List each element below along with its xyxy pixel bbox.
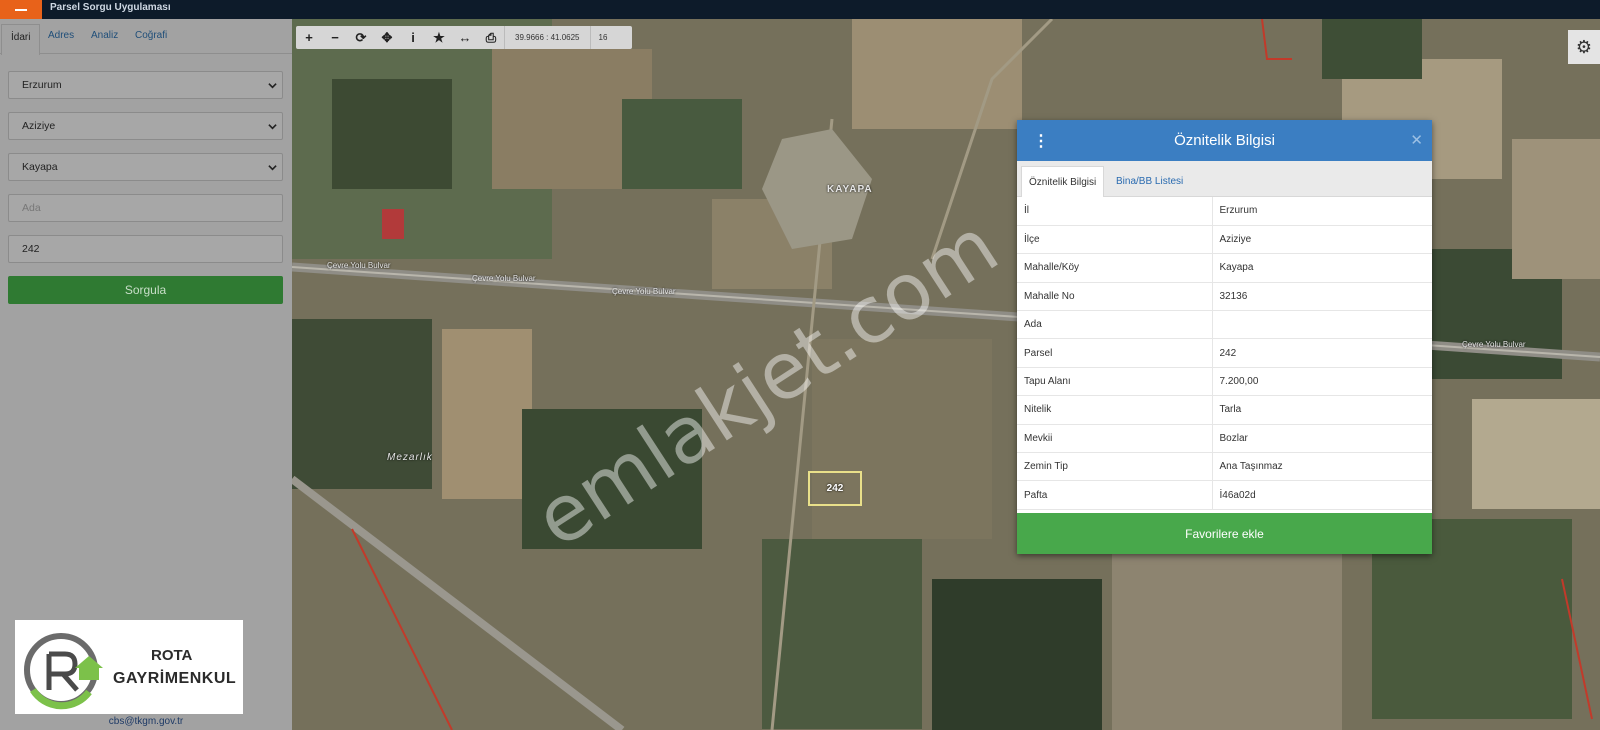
tab-adres[interactable]: Adres — [48, 30, 74, 41]
ada-placeholder: Ada — [22, 202, 41, 214]
logo-mark-icon — [24, 633, 103, 710]
table-row: Parsel 242 — [1017, 338, 1432, 368]
parcel-label: 242 — [826, 483, 844, 494]
tab-cografi[interactable]: Coğrafi — [135, 30, 167, 41]
query-button[interactable]: Sorgula — [8, 276, 283, 304]
attribute-value: Bozlar — [1212, 424, 1432, 454]
table-row: İlçe Aziziye — [1017, 225, 1432, 255]
attribute-value: Ana Taşınmaz — [1212, 452, 1432, 482]
attribute-key: Zemin Tip — [1017, 452, 1213, 482]
top-bar: Parsel Sorgu Uygulaması — [0, 0, 1600, 19]
attribute-value: Tarla — [1212, 395, 1432, 425]
province-select[interactable]: Erzurum — [8, 71, 283, 99]
dialog-header: ⋮ Öznitelik Bilgisi ✕ — [1017, 120, 1432, 161]
cemetery-label: Mezarlık — [387, 452, 433, 463]
table-row: Nitelik Tarla — [1017, 395, 1432, 425]
table-row: Pafta İ46a02d — [1017, 480, 1432, 510]
province-value: Erzurum — [22, 79, 62, 91]
star-icon[interactable]: ★ — [426, 26, 452, 49]
refresh-icon[interactable]: ⟳ — [348, 26, 374, 49]
road-label: Çevre Yolu Bulvar — [472, 274, 536, 283]
attribute-value: 32136 — [1212, 282, 1432, 312]
chevron-down-icon — [268, 165, 277, 171]
attribute-key: Parsel — [1017, 338, 1213, 368]
attribute-value: 242 — [1212, 338, 1432, 368]
table-row: Mahalle No 32136 — [1017, 282, 1432, 312]
attribute-dialog: ⋮ Öznitelik Bilgisi ✕ Öznitelik Bilgisi … — [1017, 120, 1432, 554]
attribute-key: Mevkii — [1017, 424, 1213, 454]
company-logo: ROTA GAYRİMENKUL — [15, 620, 243, 714]
print-icon[interactable]: ⎙ — [478, 26, 504, 49]
dialog-title: Öznitelik Bilgisi — [1174, 132, 1275, 149]
tab-attributes[interactable]: Öznitelik Bilgisi — [1021, 166, 1105, 197]
attribute-key: Tapu Alanı — [1017, 367, 1213, 397]
district-value: Aziziye — [22, 120, 56, 132]
attribute-value — [1212, 310, 1432, 340]
sidebar-tabs: İdari Adres Analiz Coğrafi — [0, 19, 292, 55]
dialog-tabs: Öznitelik Bilgisi Bina/BB Listesi — [1017, 161, 1432, 197]
attribute-value: İ46a02d — [1212, 480, 1432, 510]
attribute-key: Pafta — [1017, 480, 1213, 510]
parcel-value: 242 — [22, 243, 40, 255]
attribute-key: Ada — [1017, 310, 1213, 340]
chevron-down-icon — [268, 83, 277, 89]
attribute-key: İl — [1017, 197, 1213, 226]
table-row: Zemin Tip Ana Taşınmaz — [1017, 452, 1432, 482]
measure-icon[interactable]: ↔ — [452, 26, 478, 49]
logo-line-2: GAYRİMENKUL — [113, 670, 237, 687]
attribute-key: Nitelik — [1017, 395, 1213, 425]
attribute-table: İl Erzurum İlçe Aziziye Mahalle/Köy Kayapa Mah… — [1017, 197, 1432, 510]
road-label: Çevre Yolu Bulvar — [1462, 340, 1526, 349]
hamburger-icon[interactable] — [0, 0, 42, 19]
coordinate-readout: 39.9666 : 41.0625 — [504, 26, 591, 49]
attribute-value: 7.200,00 — [1212, 367, 1432, 397]
table-row: Ada — [1017, 310, 1432, 340]
tab-building-list[interactable]: Bina/BB Listesi — [1109, 166, 1190, 197]
neighborhood-value: Kayapa — [22, 161, 58, 173]
zoom-level: 16 — [598, 33, 608, 42]
locate-icon[interactable]: ✥ — [374, 26, 400, 49]
table-row: İl Erzurum — [1017, 197, 1432, 226]
attribute-value: Aziziye — [1212, 225, 1432, 255]
add-favorite-button[interactable]: Favorilere ekle — [1017, 513, 1432, 554]
district-select[interactable]: Aziziye — [8, 112, 283, 140]
attribute-key: Mahalle No — [1017, 282, 1213, 312]
table-row: Mevkii Bozlar — [1017, 424, 1432, 454]
logo-line-1: ROTA — [151, 647, 193, 664]
map-toolbar: + − ⟳ ✥ i ★ ↔ ⎙ 39.9666 : 41.0625 16 — [296, 26, 632, 49]
village-label: KAYAPA — [827, 184, 873, 195]
attribute-key: İlçe — [1017, 225, 1213, 255]
neighborhood-select[interactable]: Kayapa — [8, 153, 283, 181]
table-row: Tapu Alanı 7.200,00 — [1017, 367, 1432, 397]
attribute-key: Mahalle/Köy — [1017, 253, 1213, 283]
ada-input[interactable]: Ada — [8, 194, 283, 222]
parcel-outline[interactable]: 242 — [808, 471, 862, 506]
attribute-value: Kayapa — [1212, 253, 1432, 283]
info-icon[interactable]: i — [400, 26, 426, 49]
road-label: Çevre Yolu Bulvar — [612, 287, 676, 296]
tab-idari[interactable]: İdari — [1, 24, 41, 55]
close-icon[interactable]: ✕ — [1410, 131, 1423, 149]
table-row: Mahalle/Köy Kayapa — [1017, 253, 1432, 283]
chevron-down-icon — [268, 124, 277, 130]
tab-analiz[interactable]: Analiz — [91, 30, 118, 41]
gear-icon[interactable]: ⚙ — [1568, 30, 1600, 64]
app-title: Parsel Sorgu Uygulaması — [50, 2, 171, 13]
attribute-value: Erzurum — [1212, 197, 1432, 226]
zoom-out-icon[interactable]: − — [322, 26, 348, 49]
contact-email[interactable]: cbs@tkgm.gov.tr — [0, 716, 292, 727]
zoom-in-icon[interactable]: + — [296, 26, 322, 49]
road-label: Çevre Yolu Bulvar — [327, 261, 391, 270]
parcel-input[interactable]: 242 — [8, 235, 283, 263]
